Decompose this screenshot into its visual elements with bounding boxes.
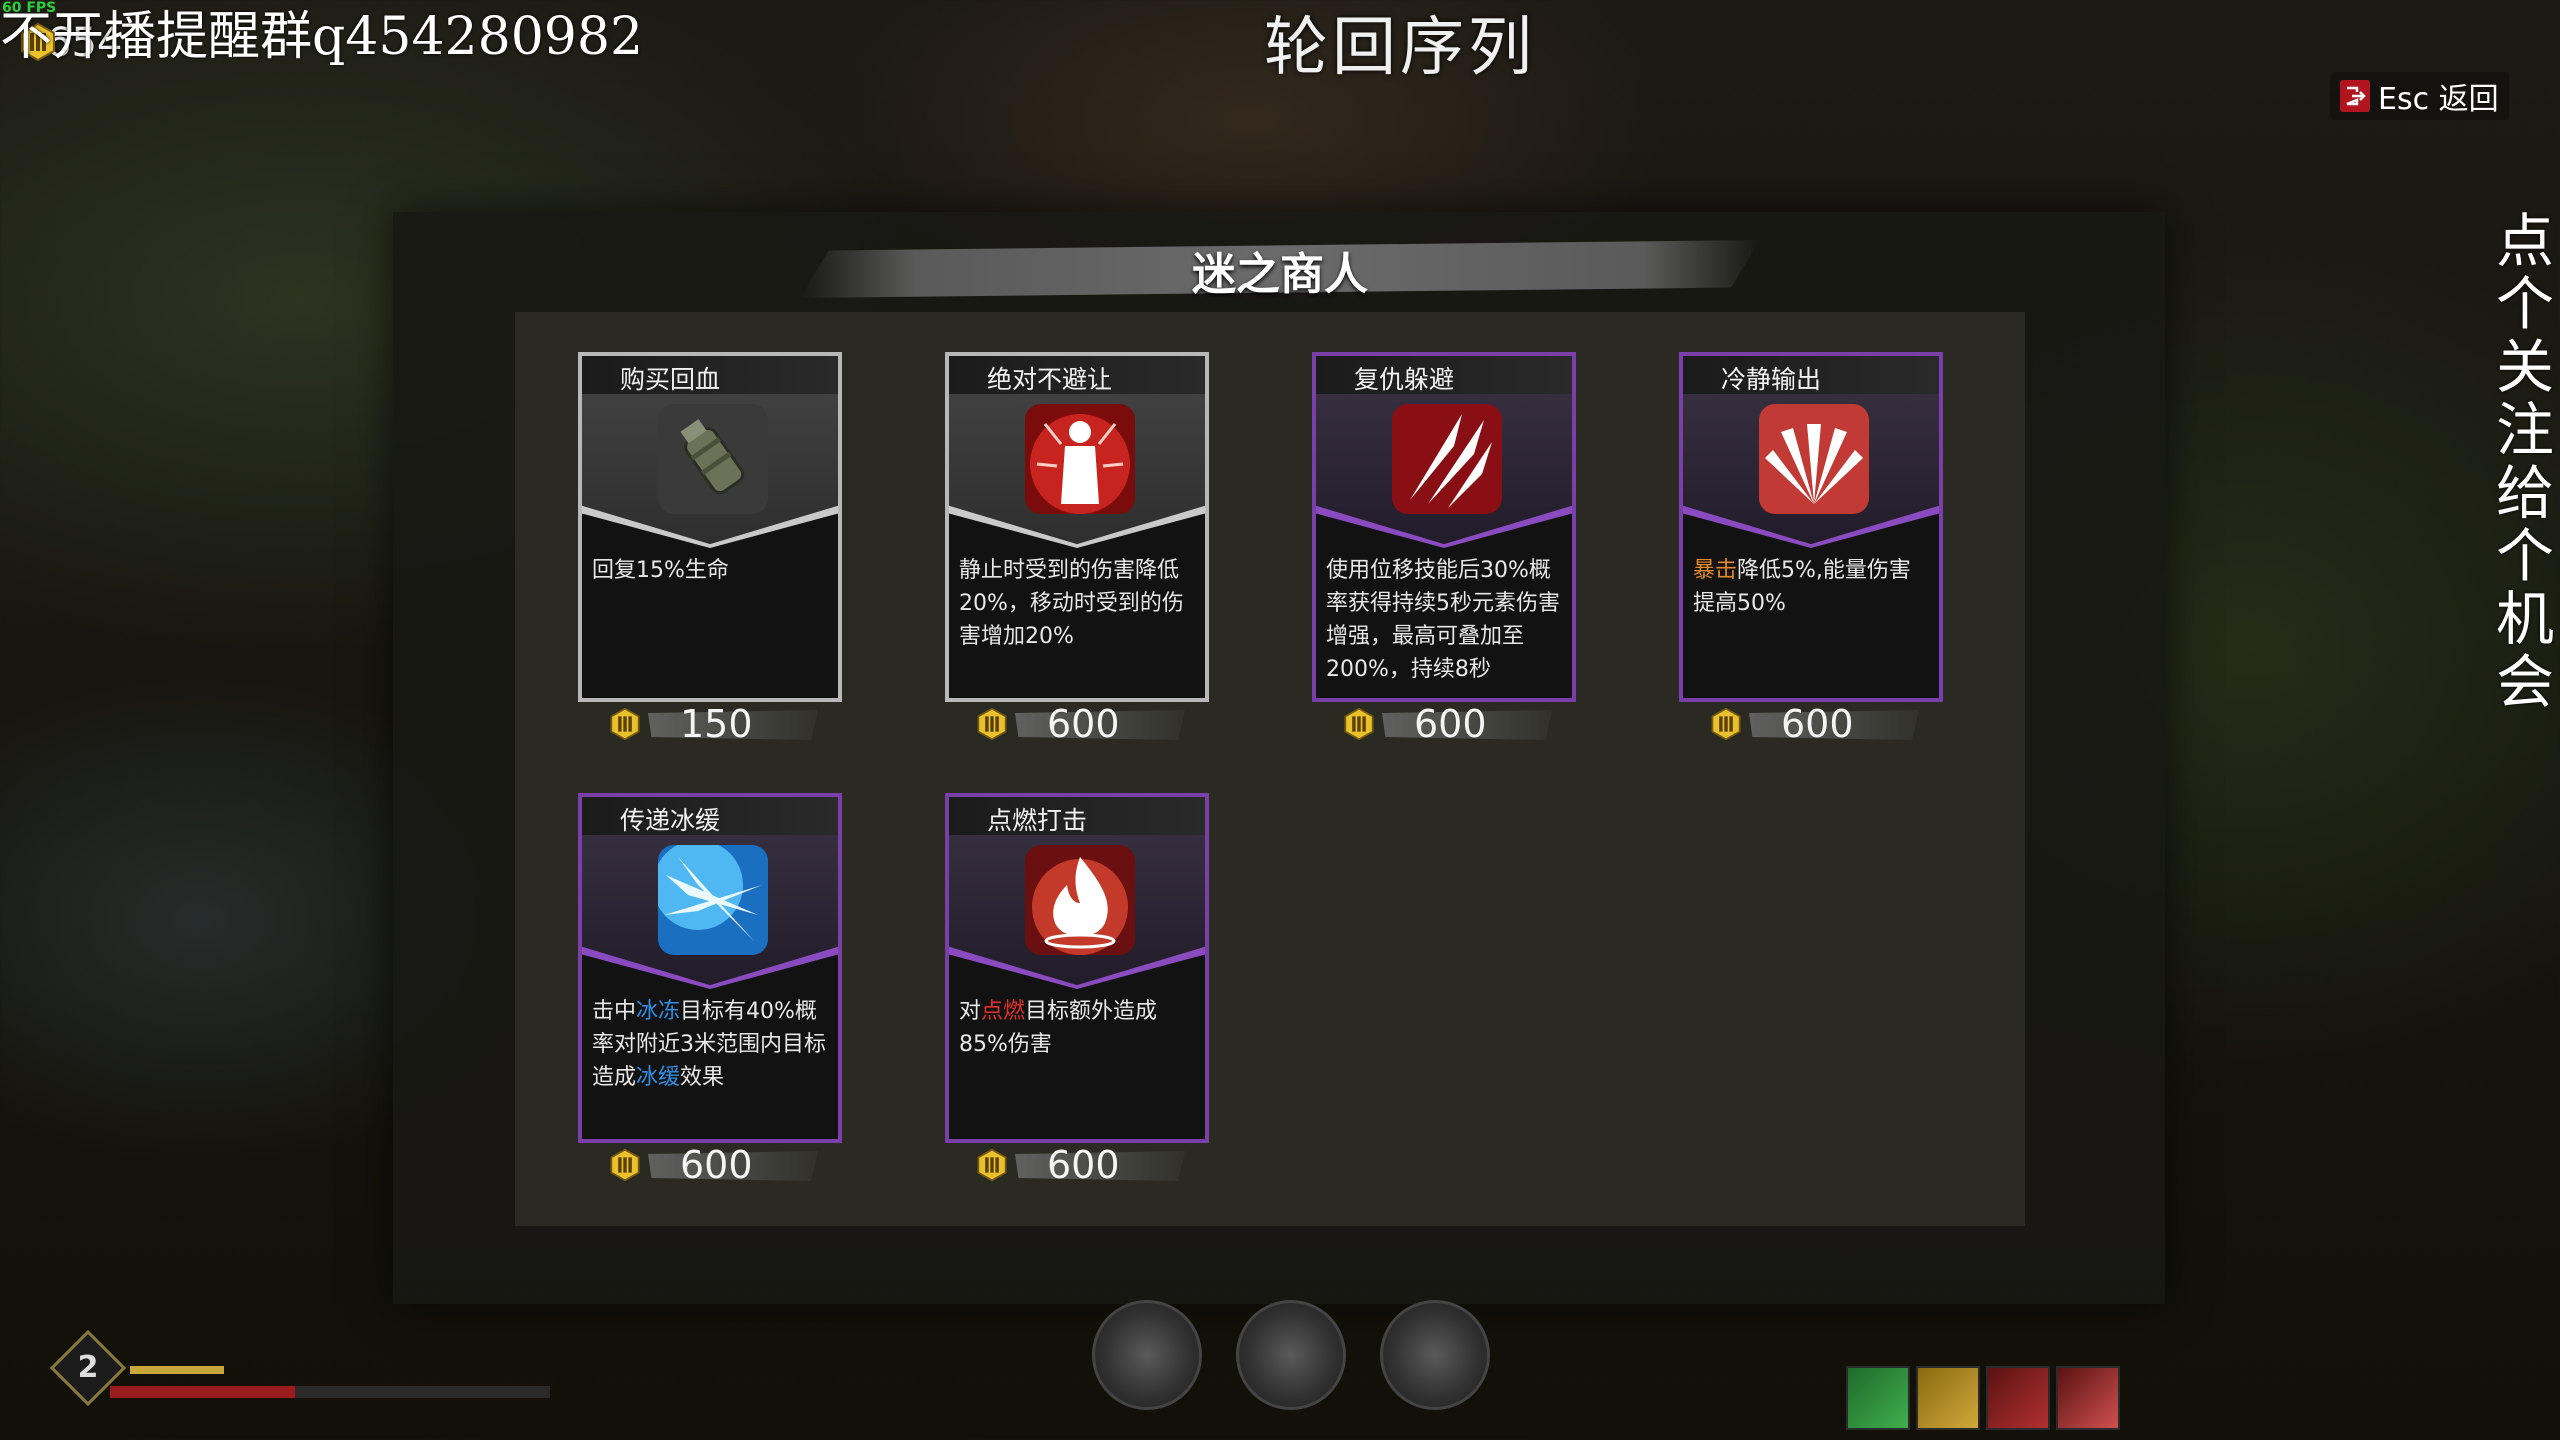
shop-item-name: 购买回血 [620, 365, 721, 394]
shop-item-price: 600 [975, 1143, 1185, 1187]
shop-item-description: 暴击降低5%,能量伤害提高50% [1693, 554, 1931, 620]
exit-icon [2340, 80, 2370, 112]
xp-bar [130, 1366, 224, 1374]
burst-icon [1759, 404, 1869, 514]
shop-item-description: 对点燃目标额外造成85%伤害 [959, 995, 1197, 1061]
price-value: 150 [680, 702, 753, 746]
aura-figure-icon [1025, 404, 1135, 514]
shop-item-name: 复仇躲避 [1354, 365, 1455, 394]
quick-item-3[interactable] [1986, 1366, 2050, 1430]
quick-item-1[interactable] [1846, 1366, 1910, 1430]
shop-item-card[interactable]: 冷静输出暴击降低5%,能量伤害提高50% [1679, 352, 1943, 702]
shop-item-card[interactable]: 点燃打击对点燃目标额外造成85%伤害 [945, 793, 1209, 1143]
quick-item-4[interactable] [2056, 1366, 2120, 1430]
price-value: 600 [1047, 702, 1120, 746]
shop-item-price: 600 [608, 1143, 818, 1187]
shop-item-price: 600 [975, 702, 1185, 746]
description-segment: 点燃 [981, 999, 1026, 1024]
fps-counter: 60 FPS [2, 0, 57, 16]
description-segment: 暴击 [1693, 558, 1738, 583]
shop-item-card[interactable]: 复仇躲避使用位移技能后30%概率获得持续5秒元素伤害增强，最高可叠加至200%，… [1312, 352, 1576, 702]
coin-icon [975, 707, 1009, 741]
shop-item-card[interactable]: 绝对不避让静止时受到的伤害降低20%，移动时受到的伤害增加20% [945, 352, 1209, 702]
skill-slot-2[interactable] [1236, 1300, 1346, 1410]
description-segment: 冰冻 [636, 999, 681, 1024]
claw-slash-icon [1392, 404, 1502, 514]
player-level: 2 [77, 1350, 99, 1385]
shop-item-price: 150 [608, 702, 818, 746]
price-value: 600 [680, 1143, 753, 1187]
shop-item-description: 使用位移技能后30%概率获得持续5秒元素伤害增强，最高可叠加至200%，持续8秒 [1326, 554, 1564, 686]
shop-item-card[interactable]: 传递冰缓击中冰冻目标有40%概率对附近3米范围内目标造成冰缓效果 [578, 793, 842, 1143]
quick-item-2[interactable] [1916, 1366, 1980, 1430]
shop-item-description: 静止时受到的伤害降低20%，移动时受到的伤害增加20% [959, 554, 1197, 653]
description-segment: 使用位移技能后30%概率获得持续5秒元素伤害增强，最高可叠加至200%，持续8秒 [1326, 558, 1560, 682]
shop-item-price: 600 [1342, 702, 1552, 746]
description-segment: 静止时受到的伤害降低20%，移动时受到的伤害增加20% [959, 558, 1184, 649]
shop-item-description: 回复15%生命 [592, 554, 830, 587]
ice-shard-icon [658, 845, 768, 955]
coin-icon [1709, 707, 1743, 741]
shop-item-name: 点燃打击 [987, 806, 1088, 835]
stream-overlay-text: 不开播提醒群q454280982 [0, 7, 644, 67]
description-segment: 对 [959, 999, 982, 1024]
shop-item-name: 传递冰缓 [620, 806, 721, 835]
stream-vertical-overlay: 点个关注，给个机会 [2496, 207, 2560, 716]
shop-item-name: 绝对不避让 [987, 365, 1113, 394]
skill-slot-3[interactable] [1380, 1300, 1490, 1410]
description-segment: 回复15%生命 [592, 558, 729, 583]
flame-icon [1025, 845, 1135, 955]
esc-back-button[interactable]: Esc 返回 [2330, 72, 2509, 120]
shop-title: 迷之商人 [1192, 249, 1368, 300]
grenade-icon [658, 404, 768, 514]
price-value: 600 [1781, 702, 1854, 746]
shop-item-name: 冷静输出 [1721, 365, 1822, 394]
coin-icon [608, 1148, 642, 1182]
coin-icon [1342, 707, 1376, 741]
description-segment: 冰缓 [636, 1065, 681, 1090]
shop-item-price: 600 [1709, 702, 1919, 746]
description-segment: 效果 [680, 1065, 725, 1090]
screen-title: 轮回序列 [1264, 11, 1536, 85]
price-value: 600 [1414, 702, 1487, 746]
description-segment: 击中 [592, 999, 637, 1024]
skill-slot-1[interactable] [1092, 1300, 1202, 1410]
shop-item-description: 击中冰冻目标有40%概率对附近3米范围内目标造成冰缓效果 [592, 995, 830, 1094]
coin-icon [975, 1148, 1009, 1182]
price-value: 600 [1047, 1143, 1120, 1187]
esc-back-label: Esc 返回 [2378, 82, 2499, 117]
health-bar [110, 1386, 550, 1398]
health-bar-fill [110, 1386, 295, 1398]
coin-icon [608, 707, 642, 741]
shop-item-card[interactable]: 购买回血回复15%生命 [578, 352, 842, 702]
